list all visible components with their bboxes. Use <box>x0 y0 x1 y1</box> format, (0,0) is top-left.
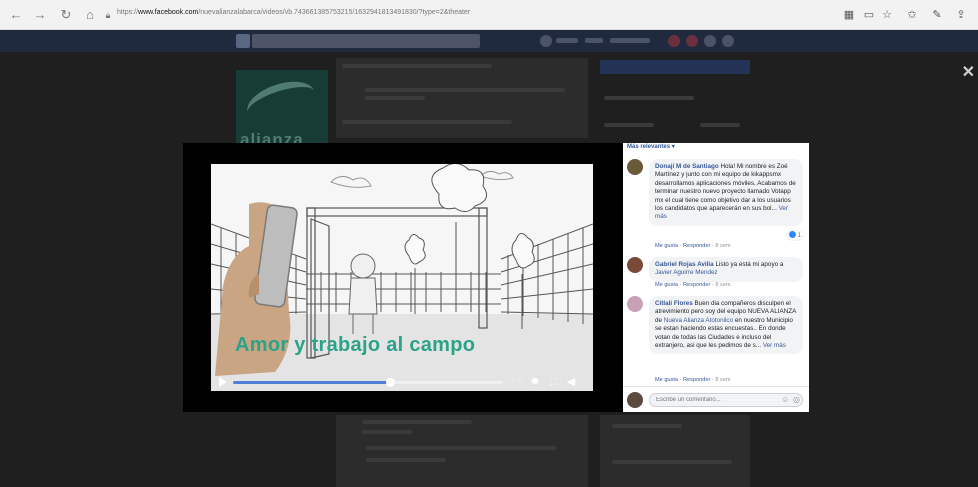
video-subtitle: Amor y trabajo al campo <box>235 334 476 356</box>
progress-bar[interactable] <box>233 378 503 387</box>
comment-mention[interactable]: Javier Aguirre Mendez <box>655 269 718 276</box>
see-more-link[interactable]: Ver más <box>763 342 786 349</box>
comment-author[interactable]: Donají M de Santiago <box>655 163 719 170</box>
comment-item: Gabriel Rojas Avilia Listo ya está mi ap… <box>627 257 805 293</box>
avatar[interactable] <box>627 296 643 312</box>
comment-actions: Me gusta · Responder · 8 sem <box>655 282 731 288</box>
pen-icon[interactable]: ✎ <box>930 8 944 22</box>
browser-toolbar: ← → ↻ ⌂ 🔒︎ https://www.facebook.com/nuev… <box>0 0 978 30</box>
play-icon[interactable] <box>219 377 227 387</box>
share-icon[interactable]: ⇪ <box>954 8 968 22</box>
progress-knob[interactable] <box>385 378 395 387</box>
video-controls: -0:41 ✹ ⛶ ◀ <box>211 373 593 391</box>
comment-author[interactable]: Citlali Flores <box>655 300 693 307</box>
notifications-icon <box>686 35 698 47</box>
book-icon[interactable]: ▭ <box>862 8 876 22</box>
reply-link[interactable]: Responder <box>683 243 710 249</box>
comment-actions: Me gusta · Responder · 8 sem <box>655 377 731 383</box>
avatar[interactable] <box>627 159 643 175</box>
comment-time[interactable]: 8 sem <box>715 377 730 383</box>
home-icon[interactable]: ⌂ <box>82 7 98 23</box>
reply-link[interactable]: Responder <box>683 282 710 288</box>
like-link[interactable]: Me gusta <box>655 282 678 288</box>
forward-icon[interactable]: → <box>32 7 48 23</box>
url-path: /nuevalianzalabarca/videos/vb.7436613857… <box>198 9 471 16</box>
friends-icon <box>668 35 680 47</box>
avatar[interactable] <box>627 257 643 273</box>
settings-icon[interactable]: ✹ <box>529 376 541 388</box>
comment-item: Citlali Flores Buen dia compañeros discu… <box>627 296 805 386</box>
url-host: www.facebook.com <box>138 9 199 16</box>
reading-view-icon[interactable]: ▦ <box>842 8 856 22</box>
lock-icon: 🔒︎ <box>105 10 111 20</box>
comment-item: Donají M de Santiago Hola! Mi nombre es … <box>627 159 805 255</box>
comment-text: Hola! Mi nombre es Zoé Martínez y junto … <box>655 163 796 213</box>
comments-panel: Más relevantes ▾ Donají M de Santiago Ho… <box>623 143 809 412</box>
comment-composer: ☺ ◎ <box>623 386 809 412</box>
address-bar[interactable]: https://www.facebook.com/nuevalianzalaba… <box>117 9 470 16</box>
comment-time[interactable]: 8 sem <box>715 243 730 249</box>
comment-author[interactable]: Gabriel Rojas Avilia <box>655 261 714 268</box>
like-link[interactable]: Me gusta <box>655 243 678 249</box>
reply-link[interactable]: Responder <box>683 377 710 383</box>
video-player[interactable]: Amor y trabajo al campo -0:41 ✹ ⛶ ◀ <box>211 164 593 391</box>
video-time: -0:41 <box>509 377 525 384</box>
comment-bubble: Gabriel Rojas Avilia Listo ya está mi ap… <box>649 257 803 282</box>
facebook-logo-icon <box>236 34 250 48</box>
video-theater: Amor y trabajo al campo -0:41 ✹ ⛶ ◀ <box>183 143 623 412</box>
help-icon <box>704 35 716 47</box>
like-reaction-icon <box>789 231 796 238</box>
facebook-search <box>252 34 480 48</box>
avatar <box>627 392 643 408</box>
favorites-hub-icon[interactable]: ✩ <box>905 8 919 22</box>
fullscreen-icon[interactable]: ⛶ <box>547 376 559 388</box>
close-icon[interactable]: ✕ <box>962 65 975 81</box>
favorite-star-icon[interactable]: ☆ <box>880 8 894 22</box>
comments-sort-dropdown[interactable]: Más relevantes ▾ <box>627 143 675 150</box>
profile-avatar <box>540 35 552 47</box>
back-icon[interactable]: ← <box>8 7 24 23</box>
camera-icon[interactable]: ◎ <box>793 395 800 404</box>
facebook-topbar <box>0 30 978 52</box>
reaction-count[interactable]: 1 <box>787 231 804 240</box>
comment-bubble: Citlali Flores Buen dia compañeros discu… <box>649 296 803 355</box>
comment-mention[interactable]: Nueva Alianza Atotonilco <box>664 317 733 324</box>
comment-bubble: Donají M de Santiago Hola! Mi nombre es … <box>649 159 803 226</box>
volume-icon[interactable]: ◀ <box>565 376 577 388</box>
progress-fill <box>233 381 390 384</box>
emoji-icon[interactable]: ☺ <box>781 395 789 404</box>
comment-input[interactable] <box>649 393 803 407</box>
comment-time[interactable]: 8 sem <box>715 282 730 288</box>
reaction-number: 1 <box>797 233 802 239</box>
refresh-icon[interactable]: ↻ <box>58 7 74 23</box>
comment-actions: Me gusta · Responder · 8 sem <box>655 243 731 249</box>
menu-icon <box>722 35 734 47</box>
comment-text: Listo ya está mi apoyo a <box>715 261 784 268</box>
like-link[interactable]: Me gusta <box>655 377 678 383</box>
url-prefix: https:// <box>117 9 139 16</box>
